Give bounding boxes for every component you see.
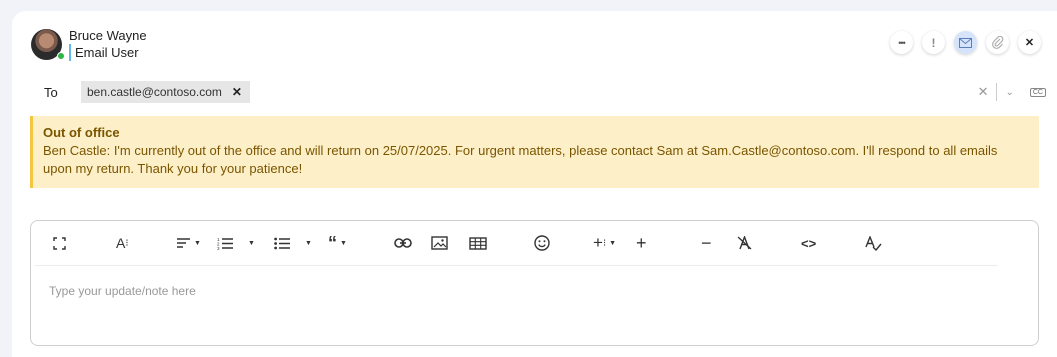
svg-text:3: 3	[217, 246, 220, 250]
email-mode-button[interactable]	[954, 31, 977, 54]
toolbar-divider	[35, 265, 998, 266]
numbered-list-icon[interactable]: 1 2 3 ▼	[217, 233, 255, 253]
table-icon[interactable]	[469, 233, 487, 253]
sender-name: Bruce Wayne	[69, 28, 147, 43]
close-icon: ✕	[1024, 37, 1035, 49]
avatar	[31, 28, 65, 60]
cc-toggle-button[interactable]: CC	[1029, 87, 1046, 97]
sender-role: Email User	[69, 44, 147, 61]
out-of-office-banner: Out of office Ben Castle: I'm currently …	[30, 116, 1039, 188]
header-actions: ••• ! ✕	[890, 31, 1041, 54]
attach-button[interactable]	[986, 31, 1009, 54]
clear-format-icon[interactable]	[737, 233, 752, 253]
attachment-icon	[991, 36, 1003, 49]
recipient-chip[interactable]: ben.castle@contoso.com ✕	[81, 81, 250, 103]
recipient-email: ben.castle@contoso.com	[87, 85, 222, 99]
clear-recipients-icon[interactable]: ✕	[978, 84, 989, 100]
to-label: To	[44, 84, 58, 100]
out-of-office-message: Ben Castle: I'm currently out of the off…	[43, 143, 998, 176]
importance-button[interactable]: !	[922, 31, 945, 54]
presence-online-indicator	[57, 51, 65, 60]
more-options-button[interactable]: •••	[890, 31, 913, 54]
out-of-office-title: Out of office	[43, 125, 120, 140]
to-row: To ben.castle@contoso.com ✕ ✕ ⌄ CC	[44, 81, 1054, 103]
spellcheck-icon[interactable]	[865, 233, 882, 253]
chevron-down-icon[interactable]: ⌄	[1005, 87, 1013, 98]
quote-icon[interactable]: “▼	[328, 233, 347, 253]
editor-body-placeholder[interactable]: Type your update/note here	[49, 284, 196, 298]
emoji-icon[interactable]	[534, 233, 550, 253]
insert-more-icon[interactable]: + ⁝ ▼	[593, 233, 616, 253]
minus-icon[interactable]: −	[701, 233, 712, 253]
editor-toolbar: A ⁝ ▼ 1 2 3 ▼ ▼ “▼ + ⁝ ▼ + − <>	[31, 221, 1038, 265]
envelope-icon	[959, 37, 972, 48]
divider	[996, 83, 998, 101]
editor: A ⁝ ▼ 1 2 3 ▼ ▼ “▼ + ⁝ ▼ + − <> Type you…	[30, 220, 1039, 346]
image-icon[interactable]	[431, 233, 448, 253]
font-size-icon[interactable]: A ⁝	[116, 233, 129, 253]
bullet-list-icon[interactable]: ▼	[274, 233, 312, 253]
importance-icon: !	[931, 35, 936, 50]
close-button[interactable]: ✕	[1018, 31, 1041, 54]
remove-recipient-icon[interactable]: ✕	[232, 85, 242, 99]
link-icon[interactable]	[394, 233, 412, 253]
compose-card: Bruce Wayne Email User ••• ! ✕ To ben.ca…	[12, 11, 1057, 357]
plus-icon[interactable]: +	[636, 233, 647, 253]
to-row-controls: ✕ ⌄ CC	[978, 83, 1046, 101]
more-icon: •••	[898, 37, 906, 48]
code-view-icon[interactable]: <>	[801, 233, 816, 253]
align-icon[interactable]: ▼	[176, 233, 201, 253]
fullscreen-icon[interactable]	[53, 233, 66, 253]
sender-info: Bruce Wayne Email User	[31, 27, 147, 61]
